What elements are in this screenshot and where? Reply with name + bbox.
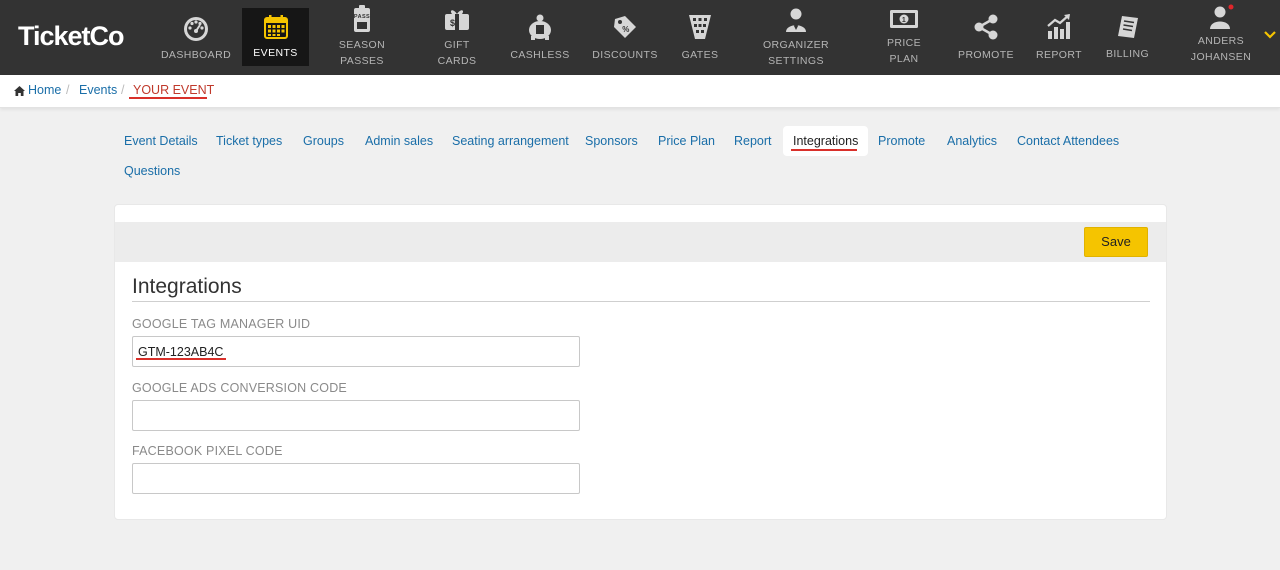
svg-text:PASS: PASS bbox=[354, 14, 370, 20]
nav-item-report[interactable]: REPORT bbox=[1034, 0, 1084, 75]
report-chart-icon bbox=[1047, 14, 1070, 39]
tab-price-plan[interactable]: Price Plan bbox=[648, 126, 725, 156]
nav-label: JOHANSEN bbox=[1190, 51, 1252, 63]
nav-item-cashless[interactable]: CASHLESS bbox=[505, 0, 575, 75]
organizer-user-icon bbox=[786, 8, 806, 32]
tab-groups[interactable]: Groups bbox=[293, 126, 354, 156]
tab-analytics[interactable]: Analytics bbox=[937, 126, 1007, 156]
integrations-card: Save Integrations GOOGLE TAG MANAGER UID… bbox=[114, 204, 1167, 520]
nav-label: ANDERS bbox=[1197, 35, 1245, 47]
dashboard-gauge-icon bbox=[184, 17, 208, 41]
tab-questions[interactable]: Questions bbox=[114, 156, 190, 186]
save-button[interactable]: Save bbox=[1084, 227, 1148, 257]
gtm-uid-input[interactable] bbox=[132, 336, 580, 367]
breadcrumb-home[interactable]: Home bbox=[28, 83, 61, 97]
svg-text:$: $ bbox=[450, 18, 455, 28]
tab-promote[interactable]: Promote bbox=[868, 126, 935, 156]
nav-item-season-passes[interactable]: PASS SEASON PASSES bbox=[326, 0, 398, 75]
nav-label: PASSES bbox=[340, 55, 384, 67]
nav-label: BILLING bbox=[1105, 48, 1150, 60]
nav-item-promote[interactable]: PROMOTE bbox=[954, 0, 1018, 75]
section-divider bbox=[132, 301, 1150, 302]
facebook-pixel-label: FACEBOOK PIXEL CODE bbox=[132, 444, 283, 458]
gtm-uid-label: GOOGLE TAG MANAGER UID bbox=[132, 317, 311, 331]
nav-label: SEASON bbox=[338, 39, 386, 51]
tab-contact-attendees[interactable]: Contact Attendees bbox=[1007, 126, 1129, 156]
nav-item-organizer-settings[interactable]: ORGANIZER SETTINGS bbox=[755, 0, 837, 75]
discount-tag-icon: % bbox=[614, 16, 636, 38]
google-ads-conversion-input[interactable] bbox=[132, 400, 580, 431]
active-tab-underline bbox=[791, 149, 857, 151]
svg-text:1: 1 bbox=[902, 17, 906, 24]
nav-label: GIFT bbox=[444, 39, 470, 51]
billing-receipt-icon bbox=[1117, 16, 1138, 38]
nav-item-events[interactable]: EVENTS bbox=[242, 8, 309, 66]
google-ads-conversion-label: GOOGLE ADS CONVERSION CODE bbox=[132, 381, 347, 395]
tab-admin-sales[interactable]: Admin sales bbox=[355, 126, 443, 156]
calendar-icon bbox=[263, 15, 288, 39]
nav-label: DASHBOARD bbox=[160, 49, 232, 61]
nav-item-dashboard[interactable]: DASHBOARD bbox=[160, 0, 232, 75]
nav-label: GATES bbox=[681, 49, 719, 61]
breadcrumb: Home / Events / YOUR EVENT bbox=[0, 75, 1280, 108]
tab-event-details[interactable]: Event Details bbox=[114, 126, 208, 156]
tab-report[interactable]: Report bbox=[724, 126, 782, 156]
facebook-pixel-input[interactable] bbox=[132, 463, 580, 494]
tab-sponsors[interactable]: Sponsors bbox=[575, 126, 648, 156]
nav-item-gift-cards[interactable]: $ GIFT CARDS bbox=[422, 0, 492, 75]
nav-label: CASHLESS bbox=[510, 49, 570, 61]
gift-card-icon: $ bbox=[445, 10, 469, 30]
section-title: Integrations bbox=[132, 275, 242, 298]
nav-label: PROMOTE bbox=[958, 49, 1014, 61]
tab-integrations[interactable]: Integrations bbox=[783, 126, 869, 156]
nav-label: DISCOUNTS bbox=[592, 49, 658, 61]
nav-item-user-menu[interactable]: ANDERS JOHANSEN bbox=[1185, 0, 1257, 75]
nav-label: REPORT bbox=[1036, 49, 1082, 61]
share-icon bbox=[974, 14, 998, 40]
tab-seating-arrangement[interactable]: Seating arrangement bbox=[442, 126, 579, 156]
card-toolbar: Save bbox=[115, 222, 1166, 262]
home-icon bbox=[14, 86, 25, 96]
price-bill-icon: 1 bbox=[890, 10, 918, 28]
breadcrumb-separator: / bbox=[121, 83, 125, 97]
tab-ticket-types[interactable]: Ticket types bbox=[206, 126, 292, 156]
gate-icon bbox=[689, 15, 711, 39]
breadcrumb-current-event: YOUR EVENT bbox=[133, 83, 215, 97]
season-pass-icon: PASS bbox=[354, 5, 370, 32]
nav-label: SETTINGS bbox=[768, 55, 824, 67]
nav-item-gates[interactable]: GATES bbox=[674, 0, 726, 75]
nav-label: PLAN bbox=[889, 53, 919, 65]
piggy-bank-icon bbox=[529, 14, 551, 40]
breadcrumb-events[interactable]: Events bbox=[79, 83, 117, 97]
user-avatar-icon bbox=[1210, 4, 1234, 29]
nav-item-billing[interactable]: BILLING bbox=[1100, 0, 1155, 75]
gtm-value-underline bbox=[136, 358, 226, 360]
svg-text:%: % bbox=[622, 25, 630, 34]
top-navbar: TicketCo DASHBOARD EVENTS PASS SEASON PA… bbox=[0, 0, 1280, 75]
nav-label: CARDS bbox=[437, 55, 477, 67]
chevron-down-icon[interactable] bbox=[1264, 30, 1276, 40]
ticketco-logo[interactable]: TicketCo bbox=[18, 21, 125, 52]
nav-item-discounts[interactable]: % DISCOUNTS bbox=[590, 0, 660, 75]
nav-label: ORGANIZER bbox=[762, 39, 830, 51]
breadcrumb-separator: / bbox=[66, 83, 70, 97]
nav-label: EVENTS bbox=[253, 47, 298, 59]
nav-item-price-plan[interactable]: 1 PRICE PLAN bbox=[877, 0, 931, 75]
current-underline bbox=[129, 97, 207, 99]
nav-label: PRICE bbox=[886, 37, 922, 49]
